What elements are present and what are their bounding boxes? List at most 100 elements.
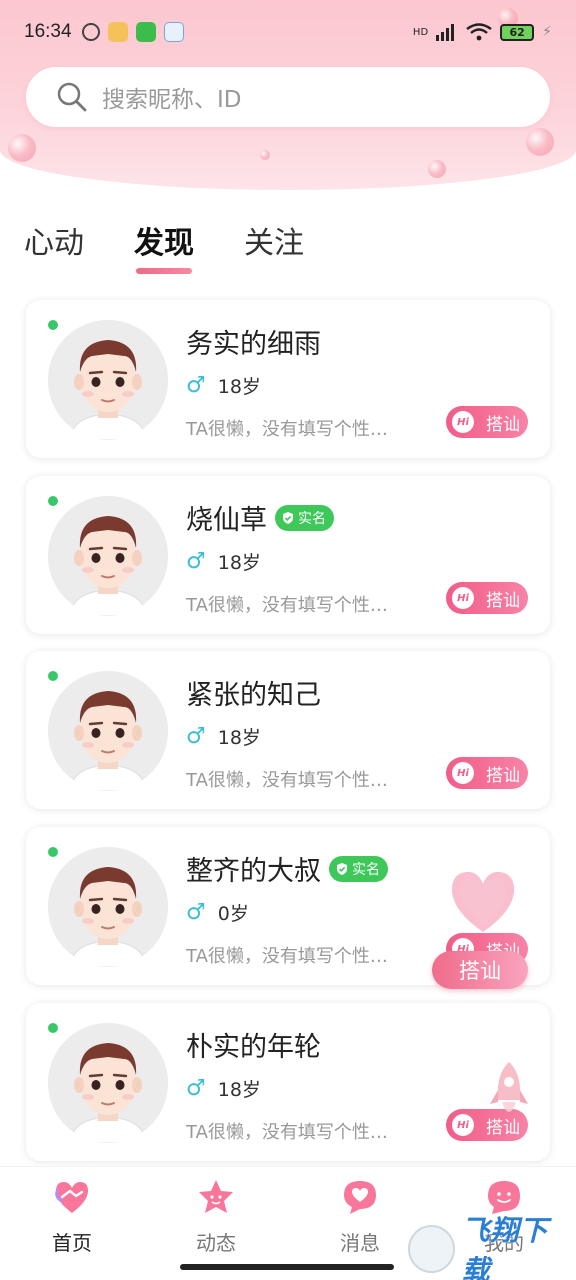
hi-icon: Hi	[452, 762, 474, 784]
user-age: 18岁	[217, 376, 261, 398]
tab-bar: 心动 发现 关注	[24, 218, 304, 274]
decor-bubble	[8, 134, 36, 162]
active-tab-indicator	[136, 268, 192, 274]
avatar[interactable]	[48, 320, 168, 440]
chat-up-label: 搭讪	[486, 414, 520, 435]
user-name-row: 整齐的大叔 实名	[186, 849, 388, 888]
handshake-heart-icon	[55, 1182, 88, 1213]
rocket-icon[interactable]	[488, 1060, 530, 1122]
status-bar: 16:34 HD 62 ⚡	[0, 0, 576, 64]
user-card[interactable]: 烧仙草 实名 ♂ 18岁 TA很懒，没有填写个性… Hi 搭讪	[26, 476, 550, 634]
gender-age-row: ♂ 18岁	[186, 372, 261, 399]
tab-guanzhu[interactable]: 关注	[244, 218, 304, 262]
user-bio: TA很懒，没有填写个性…	[186, 419, 388, 440]
user-name-row: 烧仙草 实名	[186, 498, 334, 537]
verified-label: 实名	[352, 862, 380, 878]
floating-heart-icon	[451, 871, 515, 932]
signal-icon	[436, 24, 455, 41]
online-status-dot	[48, 671, 58, 681]
status-right-group: HD 62 ⚡	[413, 23, 552, 41]
avatar-image	[48, 320, 168, 440]
verified-shield-icon	[337, 863, 347, 875]
gender-age-row: ♂ 0岁	[186, 899, 249, 926]
avatar[interactable]	[48, 1023, 168, 1143]
user-age: 18岁	[217, 727, 261, 749]
home-indicator[interactable]	[180, 1264, 394, 1270]
chat-heart-icon	[344, 1181, 376, 1214]
avatar[interactable]	[48, 671, 168, 791]
hi-icon: Hi	[452, 1114, 474, 1136]
nav-feed-label: 动态	[196, 1231, 236, 1255]
user-name: 烧仙草	[186, 505, 267, 536]
notification-app-icon	[107, 22, 128, 42]
gender-age-row: ♂ 18岁	[186, 723, 261, 750]
user-age: 18岁	[217, 552, 261, 574]
decor-bubble	[260, 150, 270, 160]
search-placeholder: 搜索昵称、ID	[102, 87, 242, 113]
user-name: 朴实的年轮	[186, 1032, 321, 1063]
user-name: 务实的细雨	[186, 329, 321, 360]
wechat-icon	[135, 22, 156, 42]
user-card[interactable]: 务实的细雨 ♂ 18岁 TA很懒，没有填写个性… Hi 搭讪	[26, 300, 550, 458]
avatar[interactable]	[48, 847, 168, 967]
online-status-dot	[48, 496, 58, 506]
user-card[interactable]: 朴实的年轮 ♂ 18岁 TA很懒，没有填写个性… Hi 搭讪	[26, 1003, 550, 1161]
chat-up-button[interactable]: Hi 搭讪	[446, 582, 528, 614]
user-name-row: 紧张的知己	[186, 673, 321, 712]
watermark-logo	[408, 1225, 456, 1273]
charging-icon: ⚡	[542, 24, 552, 40]
status-time: 16:34	[24, 21, 72, 42]
cloud-app-icon	[163, 22, 184, 42]
tab-faxian[interactable]: 发现	[134, 218, 194, 274]
male-icon: ♂	[186, 1076, 206, 1101]
avatar-image	[48, 671, 168, 791]
verified-label: 实名	[298, 511, 326, 527]
male-icon: ♂	[186, 549, 206, 574]
verified-shield-icon	[283, 512, 293, 524]
hi-icon: Hi	[452, 411, 474, 433]
watermark: 飞翔下载	[408, 1214, 576, 1280]
nav-messages-label: 消息	[340, 1231, 380, 1255]
avatar-image	[48, 496, 168, 616]
search-icon	[57, 82, 87, 112]
avatar-image	[48, 1023, 168, 1143]
alarm-icon	[81, 23, 100, 41]
male-icon: ♂	[186, 373, 206, 398]
chat-up-label: 搭讪	[486, 590, 520, 611]
user-name-row: 朴实的年轮	[186, 1025, 321, 1064]
gender-age-row: ♂ 18岁	[186, 548, 261, 575]
user-bio: TA很懒，没有填写个性…	[186, 946, 388, 967]
wifi-icon	[466, 23, 492, 41]
floating-chat-up-button[interactable]: 搭讪	[432, 951, 528, 989]
user-card[interactable]: 紧张的知己 ♂ 18岁 TA很懒，没有填写个性… Hi 搭讪	[26, 651, 550, 809]
decor-bubble	[526, 128, 554, 156]
user-name: 整齐的大叔	[186, 856, 321, 887]
nav-home-label: 首页	[52, 1231, 92, 1255]
online-status-dot	[48, 1023, 58, 1033]
chat-up-button[interactable]: Hi 搭讪	[446, 406, 528, 438]
chat-up-label: 搭讪	[486, 765, 520, 786]
user-bio: TA很懒，没有填写个性…	[186, 1122, 388, 1143]
user-name-row: 务实的细雨	[186, 322, 321, 361]
user-bio: TA很懒，没有填写个性…	[186, 595, 388, 616]
gender-age-row: ♂ 18岁	[186, 1075, 261, 1102]
avatar[interactable]	[48, 496, 168, 616]
battery-icon: 62	[500, 23, 535, 41]
tab-faxian-label: 发现	[134, 226, 194, 261]
tab-xindong[interactable]: 心动	[24, 218, 84, 262]
nav-home[interactable]: 首页	[0, 1167, 144, 1280]
male-icon: ♂	[186, 724, 206, 749]
verified-badge: 实名	[329, 856, 388, 882]
chat-up-button[interactable]: Hi 搭讪	[446, 757, 528, 789]
user-age: 0岁	[217, 903, 249, 925]
signal-label: HD	[412, 26, 429, 38]
user-name: 紧张的知己	[186, 680, 321, 711]
star-icon	[199, 1180, 233, 1213]
male-icon: ♂	[186, 900, 206, 925]
hi-icon: Hi	[452, 587, 474, 609]
online-status-dot	[48, 847, 58, 857]
user-age: 18岁	[217, 1079, 261, 1101]
search-input[interactable]: 搜索昵称、ID	[26, 67, 550, 127]
watermark-text: 飞翔下载	[461, 1214, 549, 1280]
verified-badge: 实名	[275, 505, 334, 531]
